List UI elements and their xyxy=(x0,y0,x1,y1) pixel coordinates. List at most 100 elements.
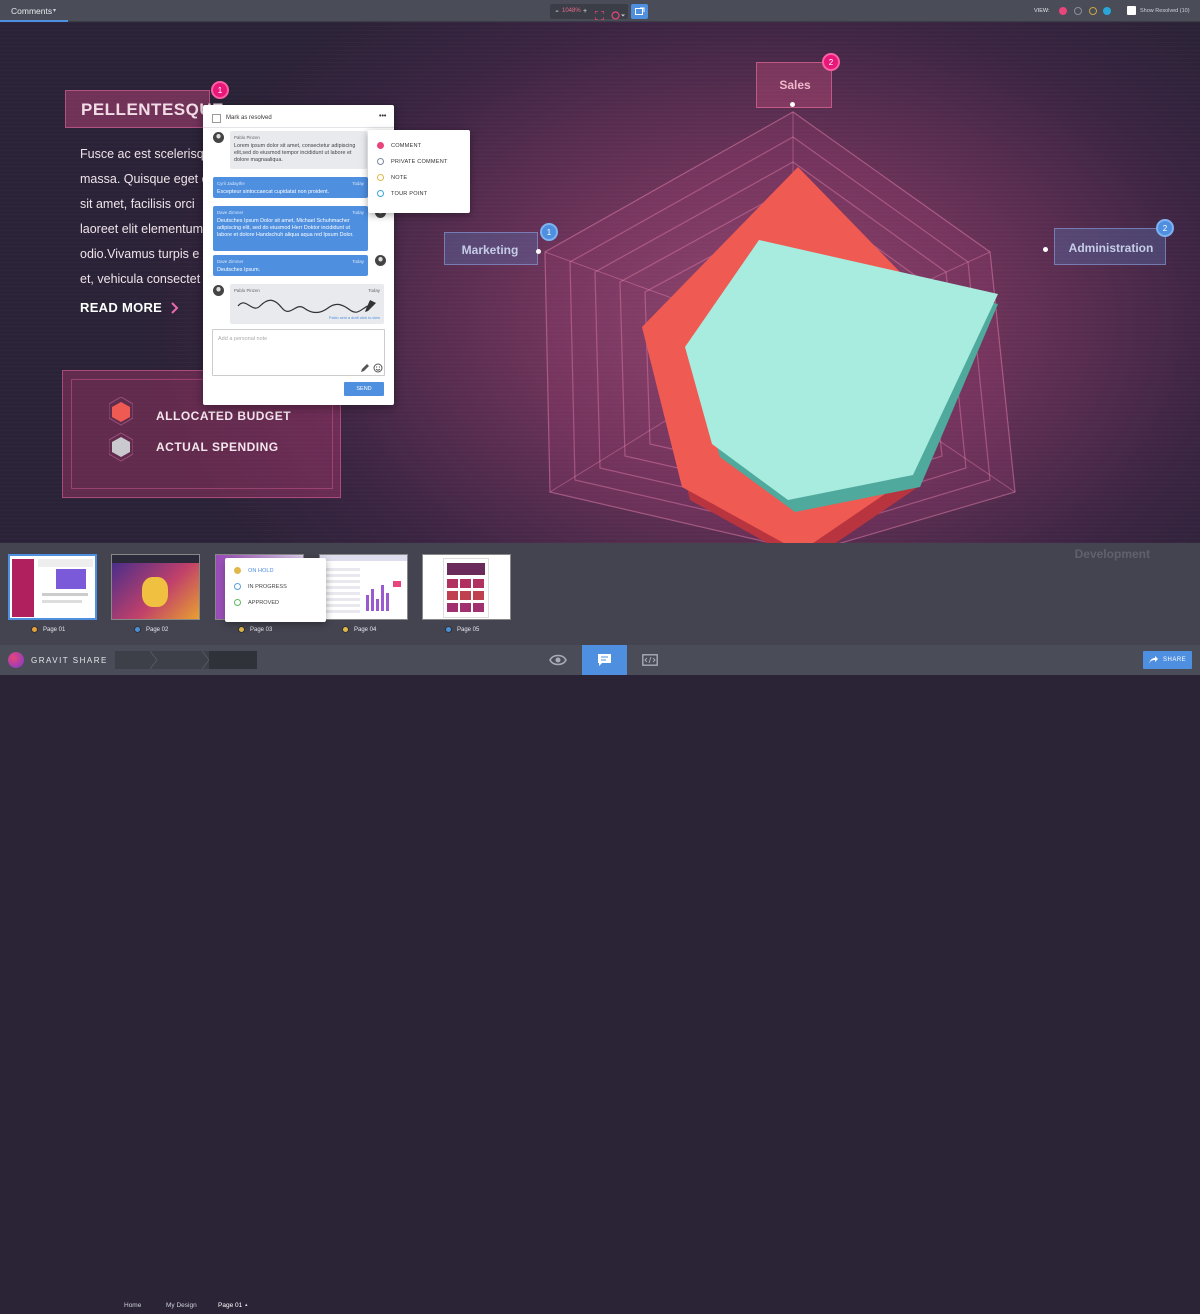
view-filter-tour[interactable] xyxy=(1103,7,1111,15)
comment-thread-panel: Mark as resolved ••• Pablo Pinzen Lorem … xyxy=(203,105,394,405)
zoom-value[interactable]: 1048% xyxy=(562,8,581,14)
personal-note-input[interactable]: Add a personal note xyxy=(212,329,385,376)
status-item-approved[interactable]: APPROVED xyxy=(234,599,279,606)
page-label[interactable]: Page 05 xyxy=(445,626,479,633)
breadcrumb-current-bg xyxy=(209,651,257,669)
draft-link[interactable]: Pablo sent a draft click to view xyxy=(329,315,380,322)
body-line: massa. Quisque eget c xyxy=(80,172,205,186)
legend-item: ACTUAL SPENDING xyxy=(156,440,279,454)
chevron-down-icon: ▾ xyxy=(53,8,57,14)
comment-text: Deutsches Ipsum Dolor sit amet, Michael … xyxy=(217,218,354,238)
top-toolbar: Comments ▾ - 1048% + VIEW: Show Resolved… xyxy=(0,0,1200,22)
view-filter-comment[interactable] xyxy=(1059,7,1067,15)
comment-type-icon xyxy=(377,142,384,149)
in-progress-status-icon xyxy=(234,583,241,590)
sales-axis-label-box: Sales xyxy=(756,62,832,108)
breadcrumb-item[interactable]: Home xyxy=(124,1296,141,1314)
comment-pin[interactable]: 1 xyxy=(540,223,558,241)
menu-item-note[interactable]: NOTE xyxy=(377,174,407,181)
page-thumbnail[interactable] xyxy=(319,554,408,620)
body-line: et, vehicula consectet xyxy=(80,272,201,286)
status-item-in-progress[interactable]: IN PROGRESS xyxy=(234,583,287,590)
brand-name: GRAVIT SHARE xyxy=(31,656,108,665)
page-label[interactable]: Page 04 xyxy=(342,626,376,633)
page-label[interactable]: Page 02 xyxy=(134,626,168,633)
status-item-on-hold[interactable]: ON HOLD xyxy=(234,567,274,574)
chevron-up-icon[interactable]: ▴ xyxy=(245,1296,248,1314)
comment-time: Today xyxy=(352,181,364,186)
page-status-icon xyxy=(342,626,349,633)
more-options-icon[interactable]: ••• xyxy=(379,113,386,120)
comment-text: Deutsches Ipsum. xyxy=(217,267,261,273)
comment-author: Cyril Jadaythe xyxy=(217,181,245,186)
zoom-in-button[interactable]: + xyxy=(581,6,589,17)
target-icon[interactable] xyxy=(611,7,625,20)
menu-item-tour-point[interactable]: TOUR POINT xyxy=(377,190,427,197)
comment-pin[interactable]: 1 xyxy=(211,81,229,99)
mark-resolved-checkbox[interactable] xyxy=(212,114,221,123)
comment-author: Dave Zimmer xyxy=(217,210,244,215)
on-hold-status-icon xyxy=(234,567,241,574)
breadcrumb-item[interactable]: My Design xyxy=(166,1296,197,1314)
page-thumbnail[interactable] xyxy=(422,554,511,620)
mode-label: Comments xyxy=(11,6,53,16)
read-more-label: READ MORE xyxy=(80,300,163,315)
comment-time: Today xyxy=(352,259,364,264)
sales-label: Sales xyxy=(779,78,811,92)
comment-pin[interactable]: 2 xyxy=(1156,219,1174,237)
show-resolved-checkbox[interactable] xyxy=(1127,6,1136,15)
present-button[interactable] xyxy=(631,4,648,19)
breadcrumb-item[interactable]: Page 01 xyxy=(218,1296,242,1314)
radar-chart xyxy=(544,111,1016,543)
body-line: sit amet, facilisis orci xyxy=(80,197,195,211)
legend-item: ALLOCATED BUDGET xyxy=(156,409,292,423)
show-resolved-label: Show Resolved (10) xyxy=(1140,8,1190,14)
page-thumbnail[interactable] xyxy=(8,554,97,620)
comment-pin[interactable]: 2 xyxy=(822,53,840,71)
share-icon xyxy=(1149,656,1158,664)
body-line: Fusce ac est scelerisque xyxy=(80,147,205,161)
comment-time: Today xyxy=(368,288,380,293)
page-label[interactable]: Page 03 xyxy=(238,626,272,633)
menu-item-comment[interactable]: COMMENT xyxy=(377,142,421,149)
preview-mode-button[interactable] xyxy=(540,645,576,675)
development-label: Development xyxy=(1074,547,1150,561)
code-mode-button[interactable] xyxy=(632,645,668,675)
body-line: odio.Vivamus turpis e xyxy=(80,247,200,261)
marketing-axis-label-box: Marketing xyxy=(444,232,538,265)
actual-spending-swatch xyxy=(112,437,130,457)
comment-author: Pablo Pinzen xyxy=(234,288,260,293)
page-thumbnail[interactable] xyxy=(111,554,200,620)
comment-text: Lorem ipsum dolor sit amet, consectetur … xyxy=(234,143,356,163)
tour-point-type-icon xyxy=(377,190,384,197)
comment-mode-button[interactable] xyxy=(582,645,627,675)
read-more-link[interactable]: READ MORE xyxy=(80,300,181,315)
emoji-icon xyxy=(373,363,383,373)
heading-box: PELLENTESQUE xyxy=(65,90,223,128)
comment-type-menu: COMMENT PRIVATE COMMENT NOTE TOUR POINT xyxy=(368,130,470,213)
marketing-label: Marketing xyxy=(461,243,519,257)
administration-label: Administration xyxy=(1068,241,1154,255)
comment-author: Dave Zimmer xyxy=(217,259,244,264)
send-button[interactable]: SEND xyxy=(344,382,384,396)
marketing-point xyxy=(536,249,541,254)
view-filter-private[interactable] xyxy=(1074,7,1082,15)
page-status-icon xyxy=(238,626,245,633)
comment-text: Excepteur sintoccaecat cupidatat non pro… xyxy=(217,189,330,195)
allocated-budget-swatch xyxy=(112,402,130,422)
share-button[interactable]: SHARE xyxy=(1143,651,1192,669)
comment-message: Dave Zimmer Today Deutsches Ipsum. xyxy=(213,255,368,276)
mode-selector[interactable]: Comments ▾ xyxy=(0,0,68,22)
note-placeholder: Add a personal note xyxy=(218,336,268,342)
comment-author: Pablo Pinzen xyxy=(234,135,260,140)
note-type-icon xyxy=(377,174,384,181)
zoom-out-button[interactable]: - xyxy=(552,6,562,17)
design-canvas[interactable]: Sales Marketing Administration 2 1 2 PEL… xyxy=(0,22,1200,543)
page-status-menu: ON HOLD IN PROGRESS APPROVED xyxy=(225,558,326,622)
fit-screen-icon[interactable] xyxy=(594,7,605,21)
page-label[interactable]: Page 01 xyxy=(31,626,65,633)
view-filter-note[interactable] xyxy=(1089,7,1097,15)
drawing-message[interactable]: Pablo Pinzen Today Pablo sent a draft cli… xyxy=(230,284,384,324)
present-icon xyxy=(635,7,645,15)
menu-item-private-comment[interactable]: PRIVATE COMMENT xyxy=(377,158,448,165)
